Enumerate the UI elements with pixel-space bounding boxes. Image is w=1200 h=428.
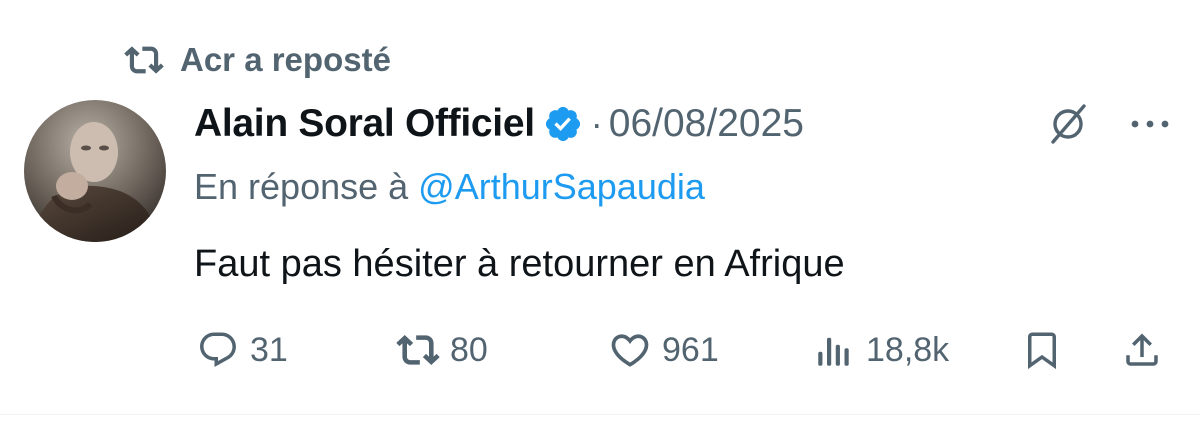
repost-button[interactable]: 80 [396,322,488,378]
tweet-header: Alain Soral Officiel · 06/08/2025 [194,96,804,152]
repost-banner[interactable]: Acr a reposté [120,36,391,84]
reply-count: 31 [250,330,288,369]
share-icon [1120,328,1164,372]
views-count: 18,8k [866,330,950,369]
divider [0,414,1200,415]
reply-icon [196,328,240,372]
verified-badge-icon[interactable] [543,104,583,144]
views-chart-icon [812,328,856,372]
author-name[interactable]: Alain Soral Officiel [194,102,535,146]
repost-icon [396,328,440,372]
repost-count: 80 [450,330,488,369]
like-count: 961 [662,330,719,369]
share-button[interactable] [1120,322,1164,378]
tweet-card[interactable]: Acr a reposté Alain Soral Officiel · 06/… [0,0,1200,428]
repost-icon [120,36,168,84]
reply-prefix: En réponse à [194,166,409,207]
bookmark-button[interactable] [1020,322,1064,378]
repost-banner-text[interactable]: Acr a reposté [180,41,391,79]
grok-icon[interactable] [1036,96,1100,152]
avatar[interactable] [24,100,166,242]
views-button[interactable]: 18,8k [812,322,949,378]
reply-button[interactable]: 31 [196,322,288,378]
like-button[interactable]: 961 [608,322,719,378]
reply-handle-link[interactable]: @ArthurSapaudia [418,166,705,207]
tweet-text: Faut pas hésiter à retourner en Afrique [194,243,845,285]
action-bar: 31 80 961 18,8k [0,322,1200,378]
more-options-icon[interactable] [1118,96,1182,152]
separator-dot: · [590,103,603,144]
bookmark-icon [1020,328,1064,372]
tweet-date[interactable]: 06/08/2025 [609,102,804,146]
heart-icon [608,328,652,372]
reply-context: En réponse à @ArthurSapaudia [194,166,705,208]
